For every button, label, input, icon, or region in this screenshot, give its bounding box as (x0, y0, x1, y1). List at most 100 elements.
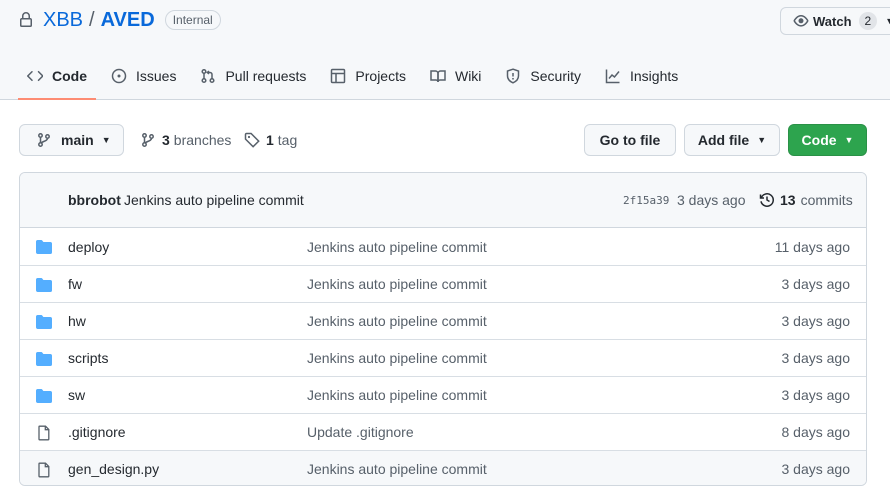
file-commit-age: 3 days ago (781, 387, 851, 403)
tab-label: Pull requests (225, 68, 307, 84)
file-commit-age: 3 days ago (781, 276, 851, 292)
file-row[interactable]: gen_design.py Jenkins auto pipeline commi… (20, 450, 866, 485)
file-name-link[interactable]: scripts (68, 350, 108, 366)
caret-down-icon: ▼ (757, 135, 767, 145)
branch-toolbar: main ▼ 3 branches 1 tag Go to file Add f… (19, 124, 867, 156)
caret-down-icon: ▼ (101, 135, 111, 145)
tags-label: tag (277, 132, 298, 148)
watch-count: 2 (858, 12, 878, 30)
file-commit-message-link[interactable]: Jenkins auto pipeline commit (307, 313, 487, 329)
tab-code[interactable]: Code (18, 58, 96, 100)
repo-nav-tabs: Code Issues Pull requests Projects Wiki … (18, 58, 693, 100)
caret-down-icon: ▼ (885, 16, 890, 26)
branches-count: 3 (162, 132, 170, 148)
file-commit-age: 3 days ago (781, 461, 851, 477)
table-icon (331, 68, 346, 84)
file-commit-message-link[interactable]: Jenkins auto pipeline commit (307, 387, 487, 403)
shield-icon (507, 68, 520, 84)
folder-icon (36, 314, 52, 330)
file-commit-age: 3 days ago (781, 350, 851, 366)
tab-projects[interactable]: Projects (321, 58, 415, 94)
tab-label: Wiki (454, 68, 482, 84)
branches-label: branches (173, 132, 232, 148)
file-row[interactable]: fw Jenkins auto pipeline commit 3 days ago (20, 265, 866, 302)
repo-title: XBB / AVED Internal (18, 9, 221, 31)
file-row[interactable]: scripts Jenkins auto pipeline commit 3 day… (20, 339, 866, 376)
commits-history-link[interactable]: 13 commits (759, 192, 853, 208)
file-row[interactable]: hw Jenkins auto pipeline commit 3 days ago (20, 302, 866, 339)
tab-label: Security (530, 68, 581, 84)
watch-button[interactable]: Watch 2 ▼ (780, 7, 890, 35)
tag-icon (244, 132, 260, 148)
tags-count: 1 (266, 132, 274, 148)
file-icon (36, 462, 52, 478)
tab-label: Code (52, 68, 87, 84)
file-commit-message-link[interactable]: Jenkins auto pipeline commit (307, 350, 487, 366)
repo-icon (18, 12, 34, 28)
git-branch-icon (38, 133, 50, 147)
tab-label: Projects (355, 68, 406, 84)
go-to-file-label: Go to file (599, 132, 661, 148)
file-commit-age: 8 days ago (781, 424, 851, 440)
branches-link[interactable]: 3 branches (140, 124, 231, 156)
file-browser: bbrobot Jenkins auto pipeline commit 2f1… (19, 172, 867, 486)
git-branch-icon (142, 133, 154, 147)
folder-icon (36, 388, 52, 404)
tab-label: Insights (630, 68, 679, 84)
file-commit-message-link[interactable]: Jenkins auto pipeline commit (307, 239, 487, 255)
file-icon (36, 425, 52, 441)
commit-sha-link[interactable]: 2f15a39 (623, 194, 669, 207)
file-row[interactable]: .gitignore Update .gitignore 8 days ago (20, 413, 866, 450)
file-commit-message-link[interactable]: Jenkins auto pipeline commit (307, 276, 487, 292)
tab-security[interactable]: Security (496, 58, 590, 94)
tab-issues[interactable]: Issues (102, 58, 185, 94)
code-button[interactable]: Code ▼ (788, 124, 867, 156)
repo-header: XBB / AVED Internal Watch 2 ▼ Code Issue… (0, 0, 890, 100)
path-separator: / (89, 8, 95, 31)
add-file-label: Add file (697, 132, 750, 148)
current-branch-label: main (61, 132, 94, 148)
file-name-link[interactable]: fw (68, 276, 82, 292)
tab-wiki[interactable]: Wiki (421, 58, 490, 94)
graph-icon (605, 69, 620, 84)
commit-author-link[interactable]: bbrobot (68, 192, 121, 208)
code-button-label: Code (801, 132, 837, 148)
file-name-link[interactable]: deploy (68, 239, 109, 255)
tab-pull-requests[interactable]: Pull requests (191, 58, 315, 94)
file-name-link[interactable]: .gitignore (68, 424, 126, 440)
code-icon (27, 70, 43, 82)
repo-owner-link[interactable]: XBB (43, 9, 83, 32)
pull-request-icon (201, 68, 216, 84)
repo-name-link[interactable]: AVED (101, 9, 155, 32)
book-icon (430, 70, 446, 83)
file-commit-message-link[interactable]: Jenkins auto pipeline commit (307, 461, 487, 477)
commit-time: 3 days ago (677, 192, 746, 208)
go-to-file-button[interactable]: Go to file (584, 124, 676, 156)
commits-label: commits (800, 192, 853, 208)
issue-icon (111, 68, 127, 84)
file-name-link[interactable]: sw (68, 387, 85, 403)
visibility-badge: Internal (164, 10, 221, 30)
branch-select-button[interactable]: main ▼ (19, 124, 124, 156)
file-list: deploy Jenkins auto pipeline commit 11 day… (20, 228, 866, 485)
file-row[interactable]: deploy Jenkins auto pipeline commit 11 day… (20, 228, 866, 265)
commits-count: 13 (780, 192, 796, 208)
tab-insights[interactable]: Insights (596, 58, 687, 94)
folder-icon (36, 351, 52, 367)
file-commit-message-link[interactable]: Update .gitignore (307, 424, 414, 440)
history-icon (759, 193, 774, 207)
file-name-link[interactable]: gen_design.py (68, 461, 159, 477)
commit-message-link[interactable]: Jenkins auto pipeline commit (124, 192, 304, 208)
caret-down-icon: ▼ (844, 135, 854, 145)
folder-icon (36, 239, 52, 255)
file-row[interactable]: sw Jenkins auto pipeline commit 3 days ago (20, 376, 866, 413)
tab-label: Issues (136, 68, 177, 84)
file-commit-age: 3 days ago (781, 313, 851, 329)
tags-link[interactable]: 1 tag (244, 124, 297, 156)
add-file-button[interactable]: Add file ▼ (684, 124, 780, 156)
file-commit-age: 11 days ago (774, 238, 850, 255)
watch-label: Watch (813, 13, 852, 29)
latest-commit-bar: bbrobot Jenkins auto pipeline commit 2f1… (20, 173, 866, 228)
file-name-link[interactable]: hw (68, 313, 86, 329)
folder-icon (36, 277, 52, 293)
